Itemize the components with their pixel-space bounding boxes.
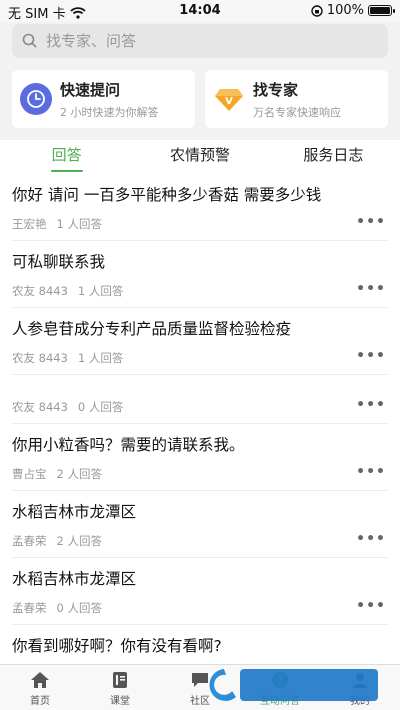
question-meta: 王宏艳 1 人回答	[12, 216, 102, 232]
battery-icon	[368, 5, 395, 16]
answer-count: 1 人回答	[77, 351, 124, 365]
find-expert-subtitle: 万名专家快速响应	[253, 105, 341, 119]
question-feed: 你好 请问 一百多平能种多少香菇 需要多少钱 王宏艳 1 人回答 ••• 可私聊联…	[0, 174, 400, 664]
question-text: 你用小粒香吗？需要的请联系我。	[12, 436, 245, 454]
quick-cards: 快速提问 2 小时快速为你解答 V 找专家 万名专家快速响应	[12, 70, 388, 130]
status-bar: 无 SIM 卡 14:04 100%	[0, 0, 400, 22]
author-name: 农友 8443	[12, 351, 68, 365]
search-area	[0, 22, 400, 62]
list-item[interactable]: 农友 8443 0 人回答 •••	[12, 375, 388, 424]
author-name: 曹占宝	[12, 467, 47, 481]
vip-diamond-icon: V	[213, 83, 245, 115]
question-text: 你好 请问 一百多平能种多少香菇 需要多少钱	[12, 186, 322, 204]
quick-ask-title: 快速提问	[60, 80, 121, 99]
status-right: 100%	[311, 3, 395, 18]
search-input[interactable]	[46, 32, 346, 50]
nav-classroom[interactable]: 课堂	[80, 665, 160, 710]
watermark-logo	[202, 663, 382, 707]
answer-count: 2 人回答	[56, 467, 102, 481]
search-bar[interactable]	[12, 24, 388, 58]
author-name: 王宏艳	[12, 217, 47, 231]
list-item[interactable]: 人参皂苷成分专利产品质量监督检验检疫 农友 8443 1 人回答 •••	[12, 308, 388, 375]
list-item[interactable]: 你看到哪好啊？你有没有看啊?	[12, 625, 388, 664]
answer-count: 2 人回答	[56, 534, 102, 548]
answer-count: 1 人回答	[77, 284, 124, 298]
find-expert-card[interactable]: V 找专家 万名专家快速响应	[205, 70, 388, 128]
battery-percent: 100%	[326, 3, 364, 18]
content-tabs: 回答 农情预警 服务日志	[0, 140, 400, 174]
search-icon	[22, 33, 37, 48]
tab-service-log[interactable]: 服务日志	[267, 140, 400, 174]
list-item[interactable]: 水稻吉林市龙潭区 孟春荣 0 人回答 •••	[12, 558, 388, 625]
nav-home[interactable]: 首页	[0, 665, 80, 710]
more-icon[interactable]: •••	[356, 397, 386, 413]
clock-icon	[20, 83, 52, 115]
rotation-lock-icon	[311, 4, 323, 17]
find-expert-title: 找专家	[253, 80, 299, 99]
tab-answers[interactable]: 回答	[0, 140, 133, 174]
question-text: 水稻吉林市龙潭区	[12, 503, 137, 521]
list-item[interactable]: 你好 请问 一百多平能种多少香菇 需要多少钱 王宏艳 1 人回答 •••	[12, 174, 388, 241]
question-meta: 农友 8443 1 人回答	[12, 283, 123, 299]
answer-count: 0 人回答	[56, 601, 102, 615]
more-icon[interactable]: •••	[356, 598, 386, 614]
quick-ask-subtitle: 2 小时快速为你解答	[60, 105, 159, 119]
more-icon[interactable]: •••	[356, 281, 386, 297]
question-text: 你看到哪好啊？你有没有看啊?	[12, 637, 222, 655]
question-meta: 孟春荣 0 人回答	[12, 600, 102, 616]
more-icon[interactable]: •••	[356, 348, 386, 364]
more-icon[interactable]: •••	[356, 531, 386, 547]
more-icon[interactable]: •••	[356, 214, 386, 230]
author-name: 孟春荣	[12, 534, 47, 548]
question-text: 水稻吉林市龙潭区	[12, 570, 137, 588]
book-icon	[113, 672, 127, 688]
quick-ask-card[interactable]: 快速提问 2 小时快速为你解答	[12, 70, 195, 128]
question-meta: 孟春荣 2 人回答	[12, 533, 102, 549]
question-text: 可私聊联系我	[12, 253, 106, 271]
list-item[interactable]: 水稻吉林市龙潭区 孟春荣 2 人回答 •••	[12, 491, 388, 558]
more-icon[interactable]: •••	[356, 464, 386, 480]
question-meta: 农友 8443 1 人回答	[12, 350, 123, 366]
nav-label: 首页	[30, 696, 50, 707]
list-item[interactable]: 可私聊联系我 农友 8443 1 人回答 •••	[12, 241, 388, 308]
tab-farm-alert[interactable]: 农情预警	[133, 140, 266, 174]
author-name: 农友 8443	[12, 284, 68, 298]
list-item[interactable]: 你用小粒香吗？需要的请联系我。 曹占宝 2 人回答 •••	[12, 424, 388, 491]
question-text: 人参皂苷成分专利产品质量监督检验检疫	[12, 320, 292, 338]
answer-count: 0 人回答	[77, 400, 124, 414]
answer-count: 1 人回答	[56, 217, 102, 231]
author-name: 孟春荣	[12, 601, 47, 615]
author-name: 农友 8443	[12, 400, 68, 414]
svg-text:V: V	[225, 96, 233, 107]
home-icon	[31, 672, 49, 688]
question-meta: 农友 8443 0 人回答	[12, 399, 123, 415]
nav-label: 课堂	[110, 696, 130, 707]
question-meta: 曹占宝 2 人回答	[12, 466, 102, 482]
